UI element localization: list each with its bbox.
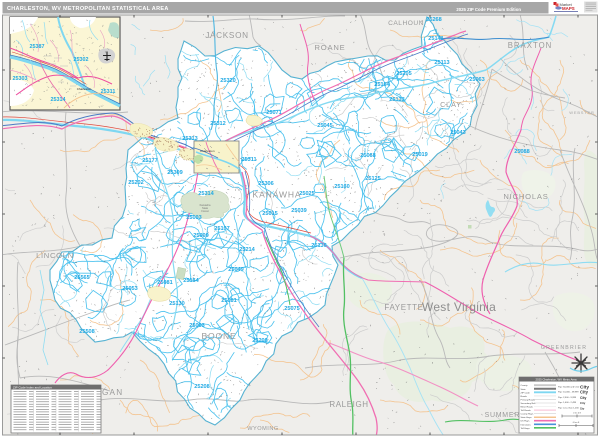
svg-text:25003: 25003 bbox=[186, 215, 202, 221]
svg-text:25075: 25075 bbox=[284, 306, 300, 312]
svg-text:25068: 25068 bbox=[360, 153, 376, 159]
svg-text:KANAWHA: KANAWHA bbox=[253, 190, 302, 200]
svg-text:Pop: 1,000 - 2,499: Pop: 1,000 - 2,499 bbox=[558, 402, 577, 404]
svg-text:LINCOLN: LINCOLN bbox=[36, 251, 74, 260]
svg-text:25303: 25303 bbox=[13, 76, 28, 82]
svg-text:25083: 25083 bbox=[189, 323, 205, 329]
svg-text:CALHOUN: CALHOUN bbox=[388, 20, 424, 27]
svg-text:Charleston: Charleston bbox=[200, 149, 215, 153]
svg-text:25136: 25136 bbox=[311, 243, 327, 249]
svg-text:25141: 25141 bbox=[428, 36, 444, 42]
svg-text:ZIP Code: ZIP Code bbox=[521, 392, 531, 394]
svg-text:US Hwys: US Hwys bbox=[521, 421, 531, 423]
svg-text:MAPS: MAPS bbox=[562, 6, 575, 11]
svg-text:Pop: 2,500 - 9,999: Pop: 2,500 - 9,999 bbox=[558, 397, 577, 399]
svg-text:25302: 25302 bbox=[74, 57, 89, 63]
svg-text:25053: 25053 bbox=[122, 286, 138, 292]
svg-text:Toll Hwys: Toll Hwys bbox=[521, 428, 531, 430]
svg-text:Roads: Roads bbox=[521, 396, 528, 398]
svg-text:25311: 25311 bbox=[101, 89, 116, 95]
svg-text:State: State bbox=[521, 388, 527, 391]
svg-text:2025 ZIP Code Premium Edition: 2025 ZIP Code Premium Edition bbox=[456, 7, 521, 12]
svg-text:25063: 25063 bbox=[469, 77, 485, 83]
svg-text:State Hwys: State Hwys bbox=[521, 416, 533, 419]
svg-text:25208: 25208 bbox=[194, 384, 210, 390]
svg-text:City: City bbox=[580, 401, 586, 405]
svg-text:25314: 25314 bbox=[198, 191, 214, 197]
svg-text:FAYETTE: FAYETTE bbox=[384, 303, 423, 312]
svg-text:West Virginia: West Virginia bbox=[422, 300, 496, 314]
svg-text:25313: 25313 bbox=[182, 136, 198, 142]
svg-text:City: City bbox=[580, 407, 585, 410]
svg-text:2025 Charleston, WV Metro Area: 2025 Charleston, WV Metro Area bbox=[535, 378, 576, 382]
svg-text:25209: 25209 bbox=[252, 338, 268, 344]
svg-text:25130: 25130 bbox=[169, 301, 185, 307]
svg-text:25081: 25081 bbox=[157, 280, 173, 286]
svg-text:25019: 25019 bbox=[412, 152, 428, 158]
svg-text:25205: 25205 bbox=[396, 71, 412, 77]
svg-text:25015: 25015 bbox=[262, 211, 278, 217]
svg-text:0 mi 4 8: 0 mi 4 8 bbox=[573, 413, 582, 415]
svg-text:25314: 25314 bbox=[51, 97, 66, 103]
svg-text:25309: 25309 bbox=[167, 170, 183, 176]
svg-text:ROANE: ROANE bbox=[314, 43, 345, 52]
svg-text:City: City bbox=[580, 390, 589, 395]
svg-text:Toll Roads: Toll Roads bbox=[521, 410, 532, 412]
svg-text:25306: 25306 bbox=[258, 181, 274, 187]
svg-text:25214: 25214 bbox=[239, 247, 255, 253]
svg-text:CHARLESTON, WV METROPOLITAN ST: CHARLESTON, WV METROPOLITAN STATISTICAL … bbox=[7, 6, 169, 12]
svg-text:25113: 25113 bbox=[434, 60, 449, 66]
svg-text:Primary Roads: Primary Roads bbox=[521, 398, 536, 401]
svg-text:25160: 25160 bbox=[334, 184, 350, 190]
svg-text:25268: 25268 bbox=[426, 17, 442, 23]
svg-text:Charleston: Charleston bbox=[77, 87, 92, 91]
svg-text:RALEIGH: RALEIGH bbox=[329, 400, 368, 409]
svg-text:ZIP Code Index and Location: ZIP Code Index and Location bbox=[13, 386, 52, 390]
svg-text:Minor Roads: Minor Roads bbox=[521, 406, 534, 409]
svg-text:CLAY: CLAY bbox=[440, 100, 462, 109]
svg-text:BOONE: BOONE bbox=[201, 331, 236, 341]
svg-text:25009: 25009 bbox=[193, 233, 209, 239]
svg-text:Pop: Less than 1,000: Pop: Less than 1,000 bbox=[558, 406, 579, 409]
svg-text:NICHOLAS: NICHOLAS bbox=[503, 192, 548, 201]
svg-text:25311: 25311 bbox=[241, 157, 256, 163]
svg-text:GREENBRIER: GREENBRIER bbox=[541, 345, 587, 351]
svg-text:25039: 25039 bbox=[291, 208, 307, 214]
svg-text:0 km 8: 0 km 8 bbox=[573, 422, 580, 424]
svg-text:25088: 25088 bbox=[514, 149, 530, 155]
svg-text:BRAXTON: BRAXTON bbox=[508, 41, 553, 50]
svg-text:25125: 25125 bbox=[365, 176, 381, 182]
svg-text:Pop: 50,000 and Over: Pop: 50,000 and Over bbox=[558, 386, 580, 389]
svg-text:25387: 25387 bbox=[30, 44, 45, 50]
svg-text:25312: 25312 bbox=[210, 121, 226, 127]
svg-text:25107: 25107 bbox=[214, 226, 230, 232]
svg-text:Secondary Rds: Secondary Rds bbox=[521, 402, 537, 405]
svg-text:25045: 25045 bbox=[317, 123, 333, 129]
svg-text:County Hwys: County Hwys bbox=[521, 413, 535, 416]
svg-text:25164: 25164 bbox=[374, 82, 390, 88]
svg-text:Forest: Forest bbox=[201, 209, 209, 213]
svg-text:25049: 25049 bbox=[228, 267, 244, 273]
svg-text:25071: 25071 bbox=[266, 110, 282, 116]
svg-text:25181: 25181 bbox=[221, 298, 237, 304]
svg-text:25202: 25202 bbox=[128, 180, 144, 186]
svg-text:25043: 25043 bbox=[450, 130, 466, 136]
svg-text:Pop: 10,000 - 49,999: Pop: 10,000 - 49,999 bbox=[558, 392, 579, 394]
svg-text:25320: 25320 bbox=[220, 78, 236, 84]
svg-text:25133: 25133 bbox=[389, 97, 405, 103]
svg-text:County: County bbox=[521, 384, 529, 387]
svg-text:WEBSTER: WEBSTER bbox=[569, 110, 594, 115]
svg-text:Interstates: Interstates bbox=[521, 423, 532, 426]
svg-text:JACKSON: JACKSON bbox=[205, 31, 249, 40]
svg-text:25565: 25565 bbox=[74, 275, 90, 281]
svg-text:25508: 25508 bbox=[79, 329, 95, 335]
svg-text:25154: 25154 bbox=[183, 278, 199, 284]
svg-text:25025: 25025 bbox=[299, 191, 315, 197]
svg-text:WYOMING: WYOMING bbox=[247, 426, 278, 432]
svg-text:City: City bbox=[580, 396, 587, 400]
svg-text:25177: 25177 bbox=[142, 158, 158, 164]
